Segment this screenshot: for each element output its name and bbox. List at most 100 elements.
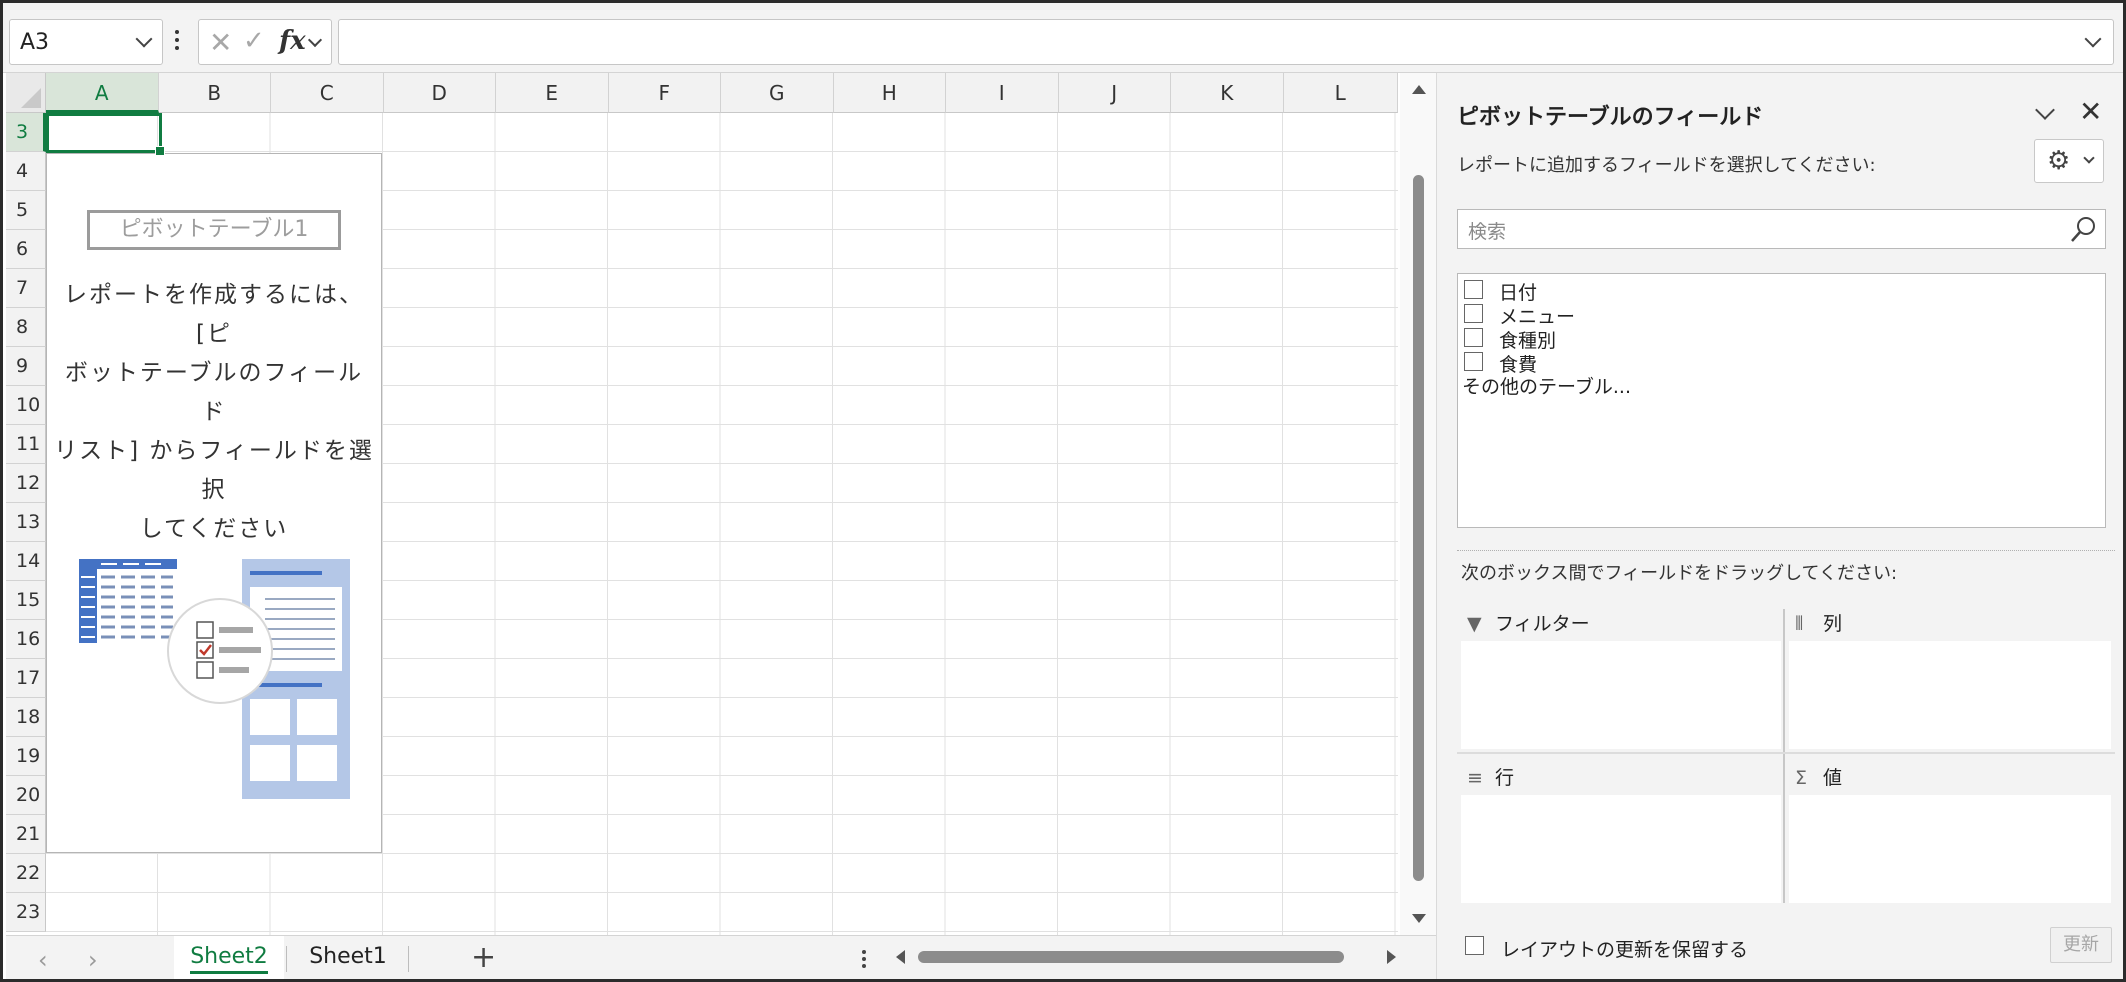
column-header-e[interactable]: E [496,73,609,113]
row-header-14[interactable]: 14 [6,542,46,581]
vertical-scroll-thumb[interactable] [1413,175,1424,881]
field-label: 食種別 [1499,330,1557,352]
more-tables-link[interactable]: その他のテーブル... [1462,372,1631,399]
row-header-7[interactable]: 7 [6,269,46,308]
field-checkbox[interactable] [1464,328,1483,347]
row-header-3[interactable]: 3 [6,113,46,152]
pivot-table-name: ピボットテーブル1 [87,210,341,250]
filter-drop-zone[interactable] [1461,641,1781,749]
column-header-i[interactable]: I [946,73,1059,113]
row-header-5[interactable]: 5 [6,191,46,230]
row-header-21[interactable]: 21 [6,815,46,854]
name-box-value: A3 [20,30,50,55]
field-search-input[interactable]: 検索 [1457,209,2106,249]
column-header-f[interactable]: F [608,73,721,113]
defer-checkbox[interactable] [1465,936,1484,955]
column-header-b[interactable]: B [158,73,271,113]
active-cell[interactable] [46,113,165,156]
more-options-icon[interactable] [175,30,181,54]
row-header-19[interactable]: 19 [6,737,46,776]
select-all-corner[interactable] [6,73,46,113]
search-icon[interactable] [2069,214,2099,244]
column-header-g[interactable]: G [721,73,834,113]
field-checkbox[interactable] [1464,352,1483,371]
row-header-15[interactable]: 15 [6,581,46,620]
row-header-18[interactable]: 18 [6,698,46,737]
chevron-down-icon[interactable] [307,32,323,48]
add-sheet-icon[interactable]: + [471,940,496,975]
column-header-c[interactable]: C [271,73,384,113]
close-icon[interactable]: ✕ [2079,95,2102,128]
row-header-12[interactable]: 12 [6,464,46,503]
sheet-tab-sheet1[interactable]: Sheet1 [290,936,406,979]
column-header-k[interactable]: K [1171,73,1284,113]
formula-input[interactable] [338,19,2114,65]
field-label: 日付 [1499,282,1538,304]
spreadsheet-grid: ABCDEFGHIJKL 3 4 5 6 7 8 9 10 11 12 13 14 15 16 17 18 19… [6,73,1398,935]
excel-window: A3 ✕ ✓ fx ABCDEFGHIJKL 3 4 5 6 7 8 9 10 11 12 13 14… [0,0,2126,982]
filter-area[interactable]: ▼ フィルター [1461,609,1781,755]
horizontal-scrollbar[interactable] [896,948,1396,968]
formula-controls: ✕ ✓ fx [198,19,332,65]
columns-area[interactable]: ⦀ 列 [1789,609,2111,755]
row-header-8[interactable]: 8 [6,308,46,347]
row-header-20[interactable]: 20 [6,776,46,815]
row-header-22[interactable]: 22 [6,854,46,893]
field-checkbox[interactable] [1464,280,1483,299]
sheet-tab-sheet2[interactable]: Sheet2 [174,936,284,979]
row-header-16[interactable]: 16 [6,620,46,659]
tab-separator [408,946,409,972]
column-header-d[interactable]: D [383,73,496,113]
scroll-left-icon[interactable] [896,950,905,964]
column-header-j[interactable]: J [1058,73,1171,113]
tools-button[interactable]: ⚙ [2034,139,2104,183]
values-drop-zone[interactable] [1789,795,2111,903]
name-box[interactable]: A3 [9,19,163,65]
row-header-23[interactable]: 23 [6,893,46,932]
scroll-right-icon[interactable] [1387,950,1396,964]
rows-drop-zone[interactable] [1461,795,1781,903]
rows-area-label: 行 [1495,767,1515,789]
sheet-tab-label: Sheet1 [309,944,387,969]
row-header-13[interactable]: 13 [6,503,46,542]
sheet-tab-label: Sheet2 [190,944,268,974]
vertical-scrollbar[interactable] [1400,73,1436,935]
prev-sheet-icon[interactable]: ‹ [38,946,48,974]
columns-icon: ⦀ [1795,613,1804,635]
values-area-label: 値 [1823,767,1843,789]
columns-drop-zone[interactable] [1789,641,2111,749]
row-header-9[interactable]: 9 [6,347,46,386]
pivot-instructions-line: リスト] からフィールドを選択 [54,438,374,503]
horizontal-scroll-thumb[interactable] [918,951,1344,963]
column-header-l[interactable]: L [1283,73,1398,113]
scroll-down-icon[interactable] [1412,914,1426,923]
row-header-11[interactable]: 11 [6,425,46,464]
insert-function-icon[interactable]: fx [279,26,306,56]
chevron-down-icon[interactable] [2035,100,2055,120]
row-header-10[interactable]: 10 [6,386,46,425]
field-checkbox[interactable] [1464,304,1483,323]
enter-icon[interactable]: ✓ [243,26,265,56]
values-area-header: Σ 値 [1795,763,1842,793]
scroll-up-icon[interactable] [1412,85,1426,94]
values-area[interactable]: Σ 値 [1789,763,2111,903]
tab-separator [286,946,287,972]
row-header-6[interactable]: 6 [6,230,46,269]
rows-icon: ≡ [1467,767,1483,789]
row-header-17[interactable]: 17 [6,659,46,698]
update-button[interactable]: 更新 [2050,927,2112,963]
next-sheet-icon[interactable]: › [88,946,98,974]
cancel-icon[interactable]: ✕ [209,26,232,59]
expand-formula-bar-icon[interactable] [2084,30,2102,48]
rows-area[interactable]: ≡ 行 [1461,763,1781,903]
pivot-instructions-line: してください [139,516,289,542]
tab-splitter-icon[interactable] [862,950,868,971]
area-divider [1457,752,2115,754]
row-header-4[interactable]: 4 [6,152,46,191]
pivot-table-placeholder[interactable]: ピボットテーブル1 レポートを作成するには、[ピ ボットテーブルのフィールド リ… [46,153,382,853]
column-header-h[interactable]: H [833,73,946,113]
chevron-down-icon[interactable] [135,30,153,48]
field-list: 日付 メニュー 食種別 食費 その他のテーブル... [1457,273,2106,528]
pane-title: ピボットテーブルのフィールド [1457,105,1764,130]
column-header-a[interactable]: A [46,73,159,113]
